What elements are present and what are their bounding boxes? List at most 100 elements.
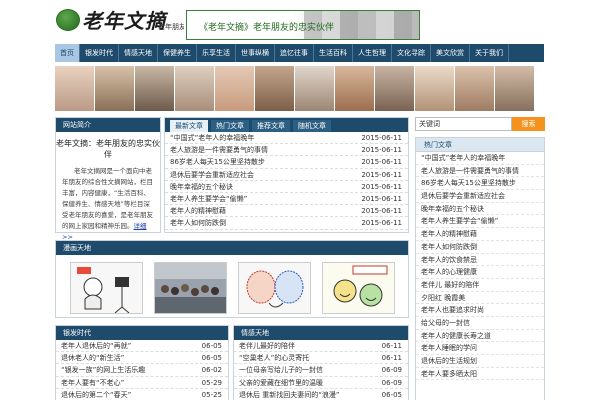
silver-era-box: 银发时代 老年人退休后的“再就” 06-05 退休老人的“新生活” 06-05 “银… [55, 325, 229, 400]
intro-heading: 网站简介 [56, 118, 160, 132]
nav-item[interactable]: 美文欣赏 [431, 44, 470, 62]
sidebar-item[interactable]: 夕阳红 晚霞美 [416, 292, 544, 305]
nav-item[interactable]: 世事纵横 [236, 44, 275, 62]
nav-item-home[interactable]: 首页 [55, 44, 80, 62]
sidebar-item[interactable]: 老年人睡眠的学问 [416, 342, 544, 355]
list-item[interactable]: “空巢老人”的心灵寄托 06-11 [234, 352, 408, 365]
list-item[interactable]: 86岁老人每天15公里坚持散步 2015-06-11 [165, 156, 408, 169]
emotion-list: 老伴儿最好的陪伴 06-11 “空巢老人”的心灵寄托 06-11 一位母亲写给儿子的… [234, 340, 408, 400]
nav-item[interactable]: 文化寻踪 [392, 44, 431, 62]
tab-random[interactable]: 随机文章 [293, 120, 331, 132]
item-title[interactable]: 晚年幸福的五个秘诀 [170, 181, 233, 193]
cartoon-image[interactable] [237, 262, 311, 314]
intro-box: 网站简介 老年文摘：老年朋友的忠实伙伴 老年文摘网是一个面向中老年朋友的综合性文… [55, 117, 161, 241]
list-item[interactable]: 老伴儿最好的陪伴 06-11 [234, 340, 408, 353]
sidebar-item[interactable]: 老年人要多晒太阳 [416, 368, 544, 381]
news-list: “中国式”老年人的幸福晚年 2015-06-11 老人旅游是一件需要勇气的事情 20… [165, 132, 408, 230]
sidebar-item[interactable]: 86岁老人每天15公里坚持散步 [416, 177, 544, 191]
item-title[interactable]: 老人旅游是一件需要勇气的事情 [170, 144, 268, 156]
list-item[interactable]: 退休后 重新找回夫妻间的“浪漫” 06-05 [234, 389, 408, 400]
tab-recommended[interactable]: 推荐文章 [252, 120, 290, 132]
item-date: 2015-06-11 [361, 158, 402, 167]
list-item[interactable]: 老年人养生要学会“偷懒” 2015-06-11 [165, 193, 408, 206]
list-item[interactable]: 退休后要学会重新适应社会 2015-06-11 [165, 169, 408, 181]
item-title[interactable]: 退休后 重新找回夫妻间的“浪漫” [239, 389, 339, 400]
sidebar-item[interactable]: 老年人的心理健康 [416, 266, 544, 279]
intro-title: 老年文摘：老年朋友的忠实伙伴 [56, 139, 160, 159]
sidebar-item[interactable]: 老年人如何防跌倒 [416, 241, 544, 254]
item-date: 06-09 [381, 366, 402, 375]
header-banner[interactable]: 《老年文摘》老年朋友的忠实伙伴 [186, 10, 420, 40]
sidebar-item[interactable]: 给父母的一封信 [416, 317, 544, 330]
sidebar-item[interactable]: 老人旅游是一件需要勇气的事情 [416, 165, 544, 178]
list-item[interactable]: 老人旅游是一件需要勇气的事情 2015-06-11 [165, 144, 408, 157]
sidebar-list: “中国式”老年人的幸福晚年 老人旅游是一件需要勇气的事情 86岁老人每天15公里… [416, 152, 544, 381]
list-item[interactable]: 一位母亲写给儿子的一封信 06-09 [234, 364, 408, 377]
nav-item[interactable]: 保健养生 [158, 44, 197, 62]
cartoon-image[interactable] [153, 262, 227, 314]
item-title[interactable]: 老年人要有“不老心” [61, 377, 124, 389]
nav-item[interactable]: 关于我们 [470, 44, 509, 62]
nav-item[interactable]: 乐享生活 [197, 44, 236, 62]
cartoon-image[interactable] [321, 262, 395, 314]
cartoon-camera-image [70, 263, 142, 313]
sidebar-item[interactable]: 老年人的饮食禁忌 [416, 254, 544, 267]
nav-item[interactable]: 银发时代 [80, 44, 119, 62]
sidebar-heading: 热门文章 [416, 138, 544, 152]
intro-text: 老年文摘网是一个面向中老年朋友的综合性文摘网站，栏目丰富，内容健康，“生活百科、… [56, 166, 160, 243]
nav-item[interactable]: 生活百科 [314, 44, 353, 62]
item-date: 2015-06-11 [361, 219, 402, 228]
item-title[interactable]: 一位母亲写给儿子的一封信 [239, 364, 323, 376]
list-item[interactable]: 父亲的爱藏在细节里的温暖 06-09 [234, 377, 408, 389]
item-title[interactable]: “中国式”老年人的幸福晚年 [170, 132, 254, 144]
item-date: 2015-06-11 [361, 194, 402, 203]
list-item[interactable]: “银发一族”的网上生活乐趣 06-02 [56, 364, 228, 377]
item-date: 05-29 [201, 378, 222, 387]
item-title[interactable]: “银发一族”的网上生活乐趣 [61, 364, 145, 376]
silver-era-heading: 银发时代 [56, 326, 228, 340]
sidebar-item[interactable]: 退休后的生活规划 [416, 355, 544, 368]
nav-item[interactable]: 情感天地 [119, 44, 158, 62]
item-title[interactable]: “空巢老人”的心灵寄托 [239, 352, 309, 364]
sidebar-item[interactable]: 老年人也要追求时尚 [416, 304, 544, 317]
intro-body: 老年文摘网是一个面向中老年朋友的综合性文摘网站，栏目丰富，内容健康，“生活百科、… [62, 167, 153, 230]
nav-item[interactable]: 追忆往事 [275, 44, 314, 62]
item-title[interactable]: 老年人退休后的“再就” [61, 340, 131, 352]
item-title[interactable]: 86岁老人每天15公里坚持散步 [170, 156, 265, 168]
search-input[interactable]: 关键词 [415, 117, 512, 131]
cartoon-image[interactable] [69, 262, 143, 314]
item-date: 06-11 [381, 354, 402, 363]
search-button[interactable]: 搜索 [512, 117, 545, 131]
item-title[interactable]: 父亲的爱藏在细节里的温暖 [239, 377, 323, 389]
tab-latest[interactable]: 最新文章 [170, 120, 208, 132]
list-item[interactable]: 老年人退休后的“再就” 06-05 [56, 340, 228, 353]
sidebar-item[interactable]: 晚年幸福的五个秘诀 [416, 203, 544, 216]
sidebar-item[interactable]: 老年人的健康长寿之道 [416, 330, 544, 343]
list-item[interactable]: 老年人如何防跌倒 2015-06-11 [165, 217, 408, 230]
item-title[interactable]: 退休后的第二个“春天” [61, 389, 131, 400]
site-logo-emblem[interactable] [56, 9, 80, 31]
item-date: 06-05 [381, 390, 402, 399]
item-title[interactable]: 老年人的精神慰藉 [170, 205, 226, 217]
list-item[interactable]: “中国式”老年人的幸福晚年 2015-06-11 [165, 132, 408, 145]
list-item[interactable]: 晚年幸福的五个秘诀 2015-06-11 [165, 181, 408, 193]
list-item[interactable]: 退休老人的“新生活” 06-05 [56, 352, 228, 365]
item-title[interactable]: 退休老人的“新生活” [61, 352, 124, 364]
site-logo-text[interactable]: 老年文摘 [82, 5, 166, 34]
tab-hot[interactable]: 热门文章 [211, 120, 249, 132]
sidebar-item[interactable]: 退休后要学会重新适应社会 [416, 190, 544, 203]
nav-item[interactable]: 人生哲理 [353, 44, 392, 62]
sidebar-item[interactable]: 老伴儿 最好的陪伴 [416, 279, 544, 292]
item-title[interactable]: 老年人如何防跌倒 [170, 217, 226, 229]
sidebar-item[interactable]: 老年人养生要学会“偷懒” [416, 215, 544, 229]
list-item[interactable]: 老年人要有“不老心” 05-29 [56, 377, 228, 389]
main-nav: 首页 银发时代 情感天地 保健养生 乐享生活 世事纵横 追忆往事 生活百科 人生… [55, 44, 544, 62]
list-item[interactable]: 退休后的第二个“春天” 05-25 [56, 389, 228, 400]
item-title[interactable]: 老伴儿最好的陪伴 [239, 340, 295, 352]
list-item[interactable]: 老年人的精神慰藉 2015-06-11 [165, 205, 408, 218]
item-title[interactable]: 退休后要学会重新适应社会 [170, 169, 254, 181]
sidebar-item[interactable]: 老年人的精神慰藉 [416, 228, 544, 241]
item-title[interactable]: 老年人养生要学会“偷懒” [170, 193, 247, 205]
sidebar-item[interactable]: “中国式”老年人的幸福晚年 [416, 152, 544, 165]
item-date: 06-05 [201, 342, 222, 350]
